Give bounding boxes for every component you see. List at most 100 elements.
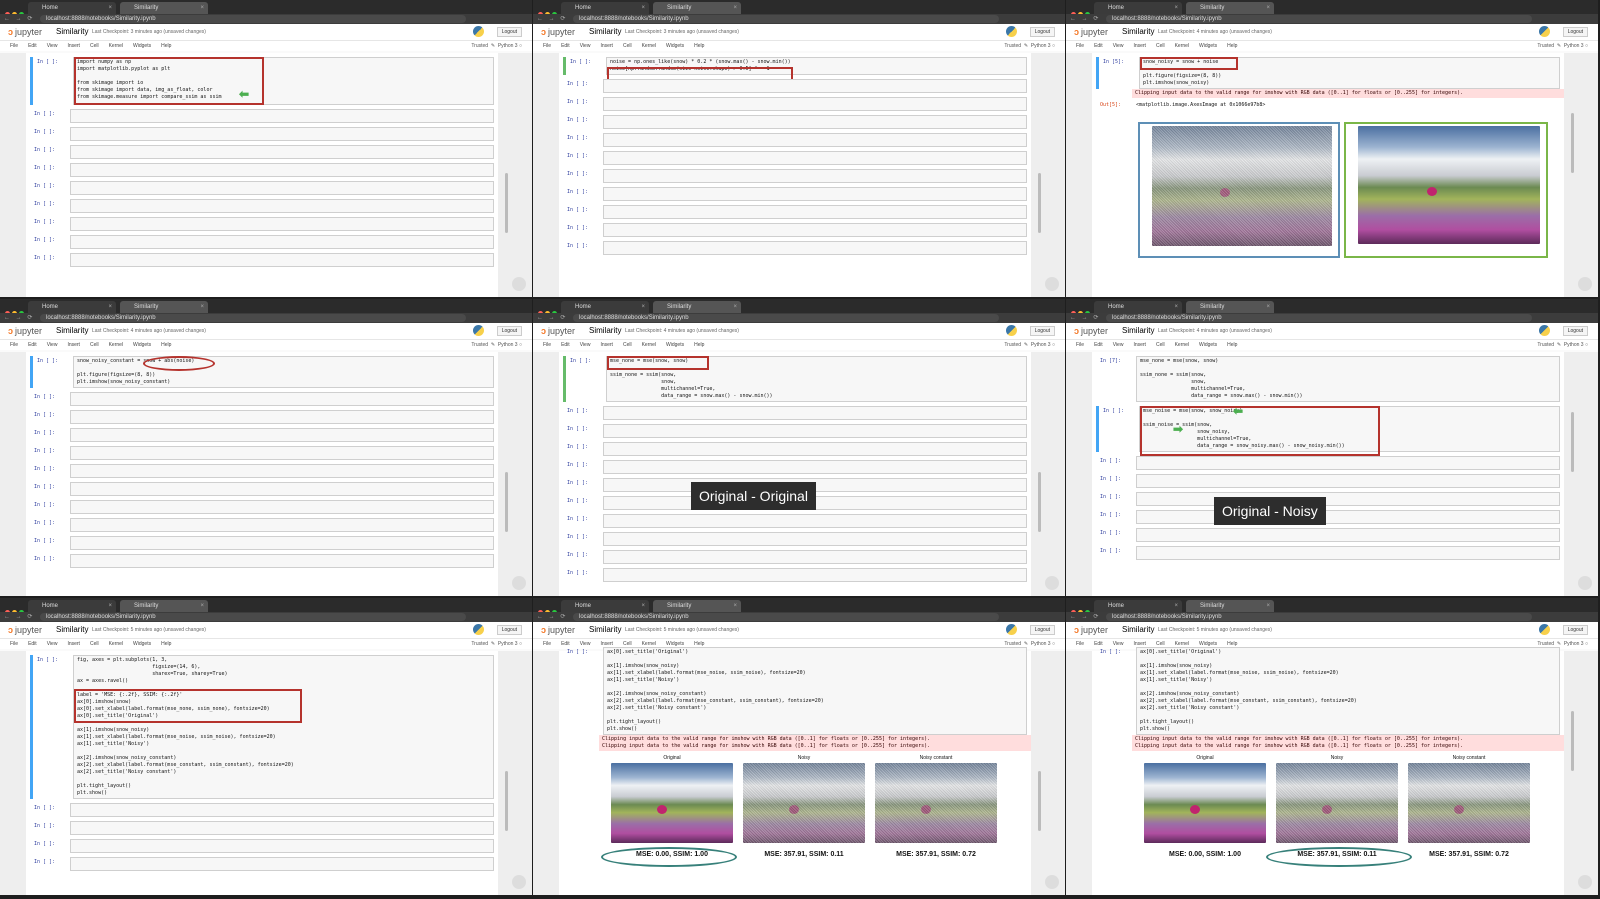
tab-close-icon[interactable]: × — [108, 2, 112, 14]
code-input[interactable] — [1136, 510, 1560, 524]
url-field[interactable]: localhost:8888/notebooks/Similarity.ipyn… — [40, 15, 466, 23]
notebook-title[interactable]: Similarity — [56, 625, 88, 634]
menu-item-view[interactable]: View — [1113, 41, 1124, 51]
code-input[interactable] — [1136, 456, 1560, 470]
url-field[interactable]: localhost:8888/notebooks/Similarity.ipyn… — [1106, 314, 1532, 322]
menu-item-file[interactable]: File — [10, 41, 18, 51]
url-field[interactable]: localhost:8888/notebooks/Similarity.ipyn… — [40, 314, 466, 322]
code-cell[interactable]: In [ ]: — [1096, 456, 1560, 470]
jupyter-logo[interactable]: ↄ jupyter — [1074, 27, 1108, 37]
code-cell[interactable]: In [ ]: — [563, 460, 1027, 474]
code-input[interactable] — [70, 235, 494, 249]
nav-buttons[interactable]: ← → ⟳ — [537, 14, 567, 24]
code-cell[interactable]: In [ ]: — [30, 446, 494, 460]
nav-buttons[interactable]: ← → ⟳ — [537, 313, 567, 323]
code-input[interactable] — [603, 133, 1027, 147]
code-input[interactable] — [70, 163, 494, 177]
menu-item-file[interactable]: File — [1076, 340, 1084, 350]
code-input[interactable] — [70, 500, 494, 514]
code-input[interactable] — [603, 532, 1027, 546]
menu-item-cell[interactable]: Cell — [1156, 41, 1165, 51]
menu-item-view[interactable]: View — [47, 41, 58, 51]
code-input[interactable] — [70, 554, 494, 568]
scrollbar-thumb[interactable] — [1571, 113, 1574, 173]
menu-item-insert[interactable]: Insert — [1133, 41, 1146, 51]
code-cell[interactable]: In [ ]: — [563, 223, 1027, 237]
menu-item-insert[interactable]: Insert — [67, 41, 80, 51]
scrollbar-thumb[interactable] — [1571, 412, 1574, 472]
code-input[interactable] — [603, 406, 1027, 420]
code-cell[interactable]: In [ ]: — [30, 839, 494, 853]
menu-item-edit[interactable]: Edit — [561, 340, 570, 350]
code-cell[interactable]: In [ ]: — [1096, 492, 1560, 506]
menu-item-help[interactable]: Help — [1227, 340, 1237, 350]
code-input[interactable] — [1136, 546, 1560, 560]
menu-item-view[interactable]: View — [580, 340, 591, 350]
menu-item-edit[interactable]: Edit — [28, 639, 37, 649]
scrollbar-thumb[interactable] — [505, 472, 508, 532]
jupyter-logo[interactable]: ↄ jupyter — [541, 27, 575, 37]
jupyter-logo[interactable]: ↄ jupyter — [8, 326, 42, 336]
tab-close-icon[interactable]: × — [200, 2, 204, 14]
code-input[interactable] — [70, 839, 494, 853]
tab-close-icon[interactable]: × — [1266, 2, 1270, 14]
code-input[interactable] — [603, 424, 1027, 438]
notebook-title[interactable]: Similarity — [1122, 27, 1154, 36]
menu-item-kernel[interactable]: Kernel — [109, 340, 123, 350]
code-cell[interactable]: In [ ]: — [563, 79, 1027, 93]
nav-buttons[interactable]: ← → ⟳ — [537, 612, 567, 622]
menu-item-help[interactable]: Help — [161, 639, 171, 649]
scroll-button[interactable] — [512, 875, 526, 889]
code-cell[interactable]: In [ ]: — [563, 442, 1027, 456]
menu-item-view[interactable]: View — [47, 340, 58, 350]
tab-close-icon[interactable]: × — [733, 2, 737, 14]
menu-item-file[interactable]: File — [10, 340, 18, 350]
menu-item-kernel[interactable]: Kernel — [642, 340, 656, 350]
code-cell[interactable]: In [ ]: — [30, 500, 494, 514]
code-cell[interactable]: In [ ]: — [1096, 546, 1560, 560]
nav-buttons[interactable]: ← → ⟳ — [1070, 612, 1100, 622]
menu-item-help[interactable]: Help — [694, 340, 704, 350]
tab-close-icon[interactable]: × — [200, 600, 204, 612]
nav-buttons[interactable]: ← → ⟳ — [4, 612, 34, 622]
code-cell[interactable]: In [ ]: noise = np.ones_like(snow) * 0.2 … — [563, 57, 1027, 81]
code-input[interactable] — [70, 536, 494, 550]
code-input[interactable] — [70, 482, 494, 496]
tab-close-icon[interactable]: × — [1174, 2, 1178, 14]
code-input[interactable] — [603, 223, 1027, 237]
url-field[interactable]: localhost:8888/notebooks/Similarity.ipyn… — [573, 15, 999, 23]
code-cell[interactable]: In [ ]: ax[0].set_title('Original') ax[1]… — [1096, 647, 1560, 735]
code-cell[interactable]: In [ ]: — [30, 857, 494, 871]
code-input[interactable] — [603, 187, 1027, 201]
menu-item-kernel[interactable]: Kernel — [1175, 340, 1189, 350]
scroll-button[interactable] — [1578, 875, 1592, 889]
menu-item-cell[interactable]: Cell — [90, 340, 99, 350]
code-cell[interactable]: In [ ]: — [30, 803, 494, 817]
code-input[interactable]: ax[0].set_title('Original') ax[1].imshow… — [1136, 647, 1560, 735]
tab-close-icon[interactable]: × — [1174, 600, 1178, 612]
menu-item-kernel[interactable]: Kernel — [109, 41, 123, 51]
code-input[interactable] — [603, 460, 1027, 474]
code-cell[interactable]: In [ ]: snow_noisy_constant = snow + abs(… — [30, 356, 494, 388]
menu-item-help[interactable]: Help — [161, 340, 171, 350]
code-input[interactable] — [70, 857, 494, 871]
menu-item-widgets[interactable]: Widgets — [133, 41, 151, 51]
code-input[interactable] — [1136, 528, 1560, 542]
browser-tab-home[interactable]: Home × — [1094, 301, 1182, 313]
jupyter-logo[interactable]: ↄ jupyter — [8, 625, 42, 635]
menu-item-help[interactable]: Help — [1227, 41, 1237, 51]
menu-item-help[interactable]: Help — [161, 41, 171, 51]
menu-item-widgets[interactable]: Widgets — [1199, 41, 1217, 51]
menu-item-insert[interactable]: Insert — [67, 340, 80, 350]
code-cell[interactable]: In [ ]: — [30, 145, 494, 159]
nav-buttons[interactable]: ← → ⟳ — [4, 14, 34, 24]
menu-item-file[interactable]: File — [543, 340, 551, 350]
browser-tab-home[interactable]: Home × — [28, 600, 116, 612]
code-cell[interactable]: In [ ]: — [563, 514, 1027, 528]
code-cell[interactable]: In [ ]: — [30, 127, 494, 141]
kernel-indicator[interactable]: Trusted ✎ Python 3 ○ — [1004, 41, 1055, 51]
menu-item-widgets[interactable]: Widgets — [1199, 340, 1217, 350]
code-input[interactable] — [70, 803, 494, 817]
code-input[interactable] — [70, 821, 494, 835]
menu-item-file[interactable]: File — [543, 41, 551, 51]
